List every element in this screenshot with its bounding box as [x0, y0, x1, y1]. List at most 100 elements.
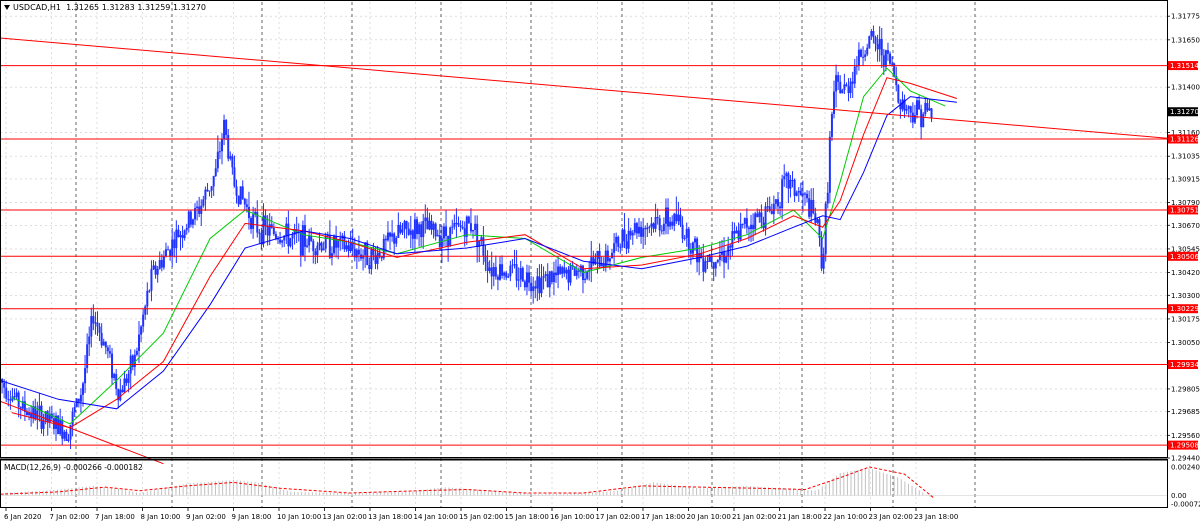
candle-body — [160, 260, 163, 268]
candle-body — [496, 276, 499, 280]
candle-body — [723, 252, 726, 263]
candle-body — [281, 240, 284, 243]
candle-body — [104, 341, 107, 348]
candle-body — [185, 227, 188, 231]
candle-body — [223, 120, 226, 140]
candle-body — [874, 37, 877, 44]
symbol-header: USDCAD,H1 1.31265 1.31283 1.31259 1.3127… — [4, 3, 206, 12]
candle-body — [889, 53, 892, 64]
candle-body — [907, 106, 910, 109]
candle-body — [442, 226, 445, 239]
candle-body — [799, 190, 802, 196]
y-tick-label: 1.30420 — [1171, 269, 1200, 277]
candle-body — [675, 213, 678, 222]
candle-body — [148, 290, 151, 292]
candle-body — [262, 215, 265, 245]
candle-body — [220, 139, 223, 152]
candle-body — [235, 186, 238, 196]
x-tick-label: 21 Jan 02:00 — [732, 513, 776, 521]
price-tag-label: 1.31514 — [1170, 62, 1199, 70]
candle-body — [637, 226, 640, 234]
candle-body — [243, 198, 246, 205]
candle-body — [474, 223, 477, 230]
candle-body — [766, 206, 769, 208]
candle-body — [563, 267, 566, 274]
candle-body — [876, 43, 879, 50]
candle-body — [455, 222, 458, 224]
candle-body — [621, 229, 624, 248]
candle-body — [28, 412, 31, 416]
candle-body — [247, 207, 250, 219]
candle-body — [656, 216, 659, 219]
candle-body — [521, 267, 524, 282]
candle-body — [671, 221, 674, 226]
candle-body — [677, 214, 680, 222]
candle-body — [733, 231, 736, 234]
candle-body — [864, 54, 867, 58]
candle-body — [486, 261, 489, 271]
candle-body — [584, 278, 587, 281]
candle-body — [741, 223, 744, 225]
price-tag-label: 1.30229 — [1170, 305, 1199, 313]
candle-body — [98, 326, 101, 333]
price-tag-label: 1.29508 — [1170, 442, 1199, 450]
candle-body — [793, 179, 796, 196]
candle-body — [625, 241, 628, 249]
x-tick-label: 6 Jan 2020 — [4, 513, 42, 521]
candle-body — [25, 411, 28, 416]
candle-body — [631, 232, 634, 236]
candle-body — [689, 250, 692, 254]
candle-body — [152, 265, 155, 269]
candle-body — [781, 179, 784, 209]
candle-body — [594, 258, 597, 265]
caret-down-icon[interactable] — [4, 5, 10, 10]
candle-body — [866, 47, 869, 55]
candle-body — [306, 245, 309, 247]
candle-body — [322, 248, 325, 251]
candle-body — [173, 239, 176, 249]
x-tick-label: 9 Jan 18:00 — [232, 513, 272, 521]
candle-body — [399, 224, 402, 233]
candle-body — [210, 186, 213, 191]
candle-body — [878, 38, 881, 50]
candle-body — [447, 236, 450, 247]
x-tick-label: 20 Jan 10:00 — [687, 513, 731, 521]
candle-body — [162, 256, 165, 268]
candle-body — [691, 242, 694, 254]
candle-body — [918, 100, 921, 110]
candle-body — [532, 286, 535, 292]
candle-body — [706, 261, 709, 263]
candle-body — [401, 229, 404, 233]
candle-body — [119, 389, 122, 401]
candle-body — [164, 249, 167, 257]
candle-body — [617, 236, 620, 247]
candle-body — [743, 218, 746, 224]
candle-body — [272, 227, 275, 235]
candle-body — [515, 264, 518, 281]
candle-body — [268, 224, 271, 236]
candle-body — [320, 242, 323, 251]
candle-body — [467, 216, 470, 224]
candle-body — [492, 266, 495, 277]
candle-body — [810, 199, 813, 217]
candle-body — [5, 387, 8, 399]
candle-body — [785, 173, 788, 177]
candle-body — [123, 378, 126, 393]
candle-body — [758, 212, 761, 217]
candle-body — [716, 259, 719, 263]
candle-body — [42, 420, 45, 429]
candle-body — [926, 102, 929, 111]
candle-body — [745, 218, 748, 228]
candle-body — [266, 225, 269, 236]
candle-body — [567, 269, 570, 283]
candle-body — [181, 235, 184, 239]
candle-body — [754, 213, 757, 230]
candle-body — [662, 223, 665, 231]
candle-body — [808, 198, 811, 217]
candle-body — [891, 63, 894, 65]
candle-body — [391, 233, 394, 237]
current-price-label: 1.31270 — [1170, 108, 1199, 116]
candle-body — [783, 176, 786, 180]
candle-body — [299, 231, 302, 256]
candle-body — [488, 267, 491, 271]
